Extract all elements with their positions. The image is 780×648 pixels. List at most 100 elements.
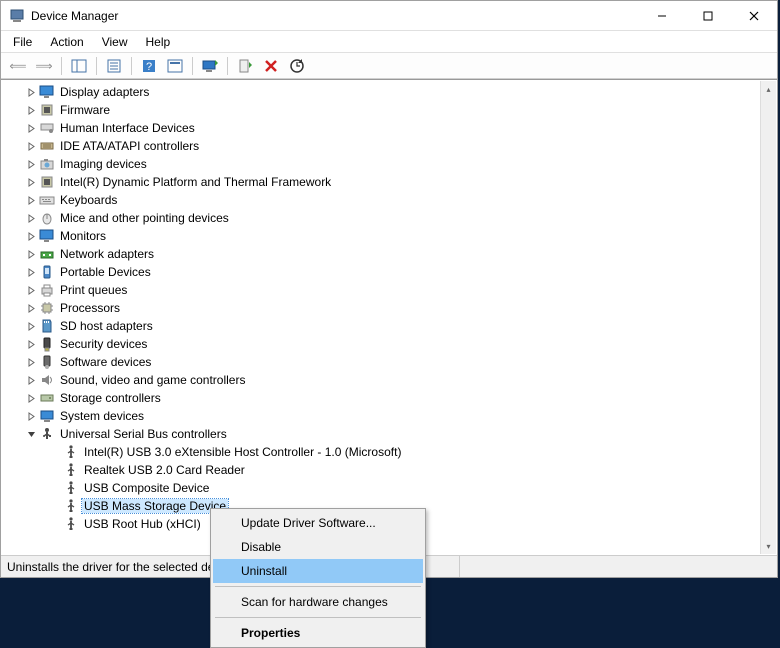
security-icon (39, 336, 55, 352)
expand-icon[interactable] (24, 85, 38, 99)
mouse-icon (39, 210, 55, 226)
tree-node-label: Network adapters (58, 247, 156, 261)
expand-icon[interactable] (24, 247, 38, 261)
chip-icon (39, 174, 55, 190)
expand-icon[interactable] (24, 193, 38, 207)
tree-node-label: Monitors (58, 229, 108, 243)
expand-icon[interactable] (24, 301, 38, 315)
expand-icon[interactable] (24, 355, 38, 369)
storage-icon (39, 390, 55, 406)
expand-icon[interactable] (24, 229, 38, 243)
menu-file[interactable]: File (5, 33, 40, 51)
expand-icon[interactable] (24, 121, 38, 135)
tree-node-label: IDE ATA/ATAPI controllers (58, 139, 201, 153)
scroll-down-icon[interactable]: ▾ (761, 538, 776, 554)
menu-help[interactable]: Help (138, 33, 179, 51)
tree-child-label: Intel(R) USB 3.0 eXtensible Host Control… (82, 445, 403, 459)
tree-node[interactable]: Intel(R) Dynamic Platform and Thermal Fr… (2, 173, 759, 191)
tree-node[interactable]: Keyboards (2, 191, 759, 209)
tree-node[interactable]: Network adapters (2, 245, 759, 263)
enable-device-button[interactable] (234, 55, 256, 77)
tree-node-label: Mice and other pointing devices (58, 211, 231, 225)
tree-node[interactable]: System devices (2, 407, 759, 425)
update-driver-button[interactable] (199, 55, 221, 77)
device-tree-pane: Display adapters Firmware Human Interface … (1, 79, 777, 555)
tree-node[interactable]: Imaging devices (2, 155, 759, 173)
tree-child-usb[interactable]: Intel(R) USB 3.0 eXtensible Host Control… (2, 443, 759, 461)
action-menu-button[interactable] (164, 55, 186, 77)
usb-device-icon (63, 444, 79, 460)
minimize-button[interactable] (639, 1, 685, 31)
tree-node[interactable]: Human Interface Devices (2, 119, 759, 137)
uninstall-device-button[interactable] (260, 55, 282, 77)
cm-scan-hardware[interactable]: Scan for hardware changes (213, 590, 423, 614)
keyboard-icon (39, 192, 55, 208)
tree-node[interactable]: Mice and other pointing devices (2, 209, 759, 227)
tree-node-usb[interactable]: Universal Serial Bus controllers (2, 425, 759, 443)
tree-node-label: Sound, video and game controllers (58, 373, 247, 387)
back-button[interactable]: ⟸ (7, 55, 29, 77)
expand-icon[interactable] (24, 157, 38, 171)
tree-node[interactable]: Portable Devices (2, 263, 759, 281)
expand-icon[interactable] (24, 337, 38, 351)
expand-icon[interactable] (24, 283, 38, 297)
tree-child-usb[interactable]: USB Composite Device (2, 479, 759, 497)
portable-icon (39, 264, 55, 280)
scan-hardware-button[interactable] (286, 55, 308, 77)
tree-node[interactable]: Print queues (2, 281, 759, 299)
expand-icon[interactable] (24, 319, 38, 333)
close-button[interactable] (731, 1, 777, 31)
tree-node-label: Software devices (58, 355, 153, 369)
statusbar-text: Uninstalls the driver for the selected d… (7, 560, 239, 574)
tree-child-usb[interactable]: Realtek USB 2.0 Card Reader (2, 461, 759, 479)
forward-button[interactable]: ⟹ (33, 55, 55, 77)
expand-icon[interactable] (24, 139, 38, 153)
properties-button[interactable] (103, 55, 125, 77)
tree-node[interactable]: IDE ATA/ATAPI controllers (2, 137, 759, 155)
tree-child-label: USB Composite Device (82, 481, 211, 495)
expand-icon[interactable] (24, 391, 38, 405)
usb-device-icon (63, 498, 79, 514)
menu-view[interactable]: View (94, 33, 136, 51)
toolbar-separator (96, 57, 97, 75)
menu-action[interactable]: Action (42, 33, 91, 51)
expand-icon[interactable] (24, 211, 38, 225)
cpu-icon (39, 300, 55, 316)
expand-icon[interactable] (24, 373, 38, 387)
tree-node[interactable]: Processors (2, 299, 759, 317)
expand-icon[interactable] (24, 265, 38, 279)
tree-node[interactable]: Software devices (2, 353, 759, 371)
show-hide-tree-button[interactable] (68, 55, 90, 77)
cm-update-driver[interactable]: Update Driver Software... (213, 511, 423, 535)
expand-icon[interactable] (24, 175, 38, 189)
vertical-scrollbar[interactable]: ▴ ▾ (760, 81, 776, 554)
tree-node[interactable]: SD host adapters (2, 317, 759, 335)
cm-separator (215, 586, 421, 587)
help-button[interactable]: ? (138, 55, 160, 77)
expand-icon[interactable] (24, 409, 38, 423)
tree-node-label: Firmware (58, 103, 112, 117)
device-tree[interactable]: Display adapters Firmware Human Interface … (2, 81, 759, 554)
tree-node[interactable]: Firmware (2, 101, 759, 119)
expand-icon[interactable] (24, 103, 38, 117)
cm-properties[interactable]: Properties (213, 621, 423, 645)
app-icon (9, 8, 25, 24)
maximize-button[interactable] (685, 1, 731, 31)
printer-icon (39, 282, 55, 298)
cm-uninstall[interactable]: Uninstall (213, 559, 423, 583)
tree-node-label: Keyboards (58, 193, 119, 207)
tree-node[interactable]: Monitors (2, 227, 759, 245)
cm-disable[interactable]: Disable (213, 535, 423, 559)
tree-node-label: SD host adapters (58, 319, 155, 333)
tree-node[interactable]: Security devices (2, 335, 759, 353)
toolbar: ⟸ ⟹ ? (1, 53, 777, 79)
window-buttons (639, 1, 777, 31)
tree-node[interactable]: Display adapters (2, 83, 759, 101)
tree-node[interactable]: Sound, video and game controllers (2, 371, 759, 389)
ide-icon (39, 138, 55, 154)
tree-node-label: Portable Devices (58, 265, 153, 279)
tree-child-label: Realtek USB 2.0 Card Reader (82, 463, 247, 477)
tree-node[interactable]: Storage controllers (2, 389, 759, 407)
collapse-icon[interactable] (24, 427, 38, 441)
scroll-up-icon[interactable]: ▴ (761, 81, 776, 97)
